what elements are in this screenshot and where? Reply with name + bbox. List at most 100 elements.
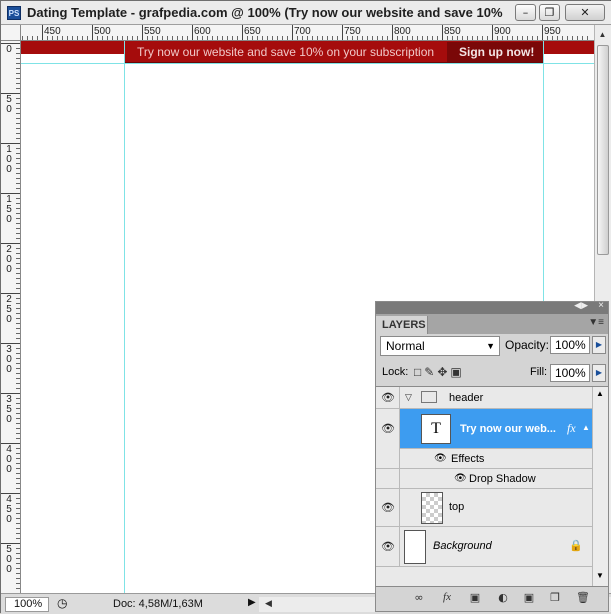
eye-icon[interactable]: 👁 <box>434 453 447 464</box>
lock-position-icon[interactable]: ✥ <box>437 365 450 379</box>
layer-background[interactable]: 👁 Background 🔒 <box>376 527 592 567</box>
guide-vertical[interactable] <box>124 41 125 593</box>
ruler-minor-tick <box>562 36 563 40</box>
restore-button[interactable]: ❐ <box>539 4 560 21</box>
title-bar[interactable]: PS Dating Template - grafpedia.com @ 100… <box>1 1 611 25</box>
blend-mode-select[interactable]: Normal ▼ <box>380 336 500 356</box>
scroll-thumb[interactable] <box>597 45 609 255</box>
ruler-minor-tick <box>247 36 248 40</box>
ruler-tick-label: 0 <box>6 104 12 115</box>
tab-layers[interactable]: LAYERS <box>376 316 428 334</box>
layer-text-selected[interactable]: 👁 T Try now our web... fx ▲ <box>376 409 592 449</box>
doc-size-info: Doc: 4,58M/1,63M <box>113 598 203 610</box>
ruler-minor-tick <box>212 36 213 40</box>
ruler-minor-tick <box>87 36 88 40</box>
ruler-minor-tick <box>16 48 20 49</box>
ruler-minor-tick <box>16 553 20 554</box>
lock-transparent-icon[interactable]: □ <box>414 365 424 379</box>
panel-header-bar[interactable]: ◀▶ × <box>376 300 608 314</box>
ruler-minor-tick <box>322 36 323 40</box>
ruler-minor-tick <box>587 36 588 40</box>
guide-horizontal[interactable] <box>21 63 594 64</box>
fill-slider-arrow-icon[interactable]: ▶ <box>592 364 606 382</box>
fill-input[interactable]: 100% <box>550 364 590 382</box>
ruler-minor-tick <box>137 36 138 40</box>
close-icon: ✕ <box>580 6 590 19</box>
ruler-major-tick <box>92 25 93 40</box>
layer-top[interactable]: 👁 top <box>376 489 592 527</box>
ruler-minor-tick <box>16 263 20 264</box>
close-button[interactable]: ✕ <box>565 4 605 21</box>
collapse-effects-icon[interactable]: ▲ <box>582 423 590 432</box>
group-icon[interactable]: ▣ <box>520 591 538 607</box>
ruler-minor-tick <box>62 36 63 40</box>
vertical-ruler[interactable]: 050100150200250300350400450500 <box>1 41 21 593</box>
scroll-up-icon[interactable]: ▲ <box>596 389 604 398</box>
zoom-field[interactable]: 100% <box>5 597 49 612</box>
ruler-minor-tick <box>16 168 20 169</box>
ruler-minor-tick <box>537 36 538 40</box>
opacity-input[interactable]: 100% <box>550 336 590 354</box>
link-icon[interactable]: ∞ <box>410 591 428 607</box>
layer-thumbnail <box>421 492 443 524</box>
ruler-minor-tick <box>16 413 20 414</box>
ruler-minor-tick <box>397 36 398 40</box>
ruler-minor-tick <box>357 36 358 40</box>
horizontal-ruler[interactable]: 450 500 550 600 650 700 750 800 850 900 950 <box>21 25 594 41</box>
ruler-minor-tick <box>16 148 20 149</box>
layer-effect-drop-shadow[interactable]: 👁 Drop Shadow <box>376 469 592 489</box>
ruler-minor-tick <box>16 483 20 484</box>
expand-triangle-icon[interactable]: ▽ <box>405 392 412 403</box>
scroll-down-icon[interactable]: ▼ <box>596 571 604 580</box>
ruler-minor-tick <box>16 63 20 64</box>
fx-icon[interactable]: fx <box>567 421 576 436</box>
opacity-slider-arrow-icon[interactable]: ▶ <box>592 336 606 354</box>
ruler-tick-label: 0 <box>6 564 12 575</box>
lock-label: Lock: <box>382 366 409 378</box>
trash-icon[interactable]: 🗑 <box>574 591 592 607</box>
layers-scrollbar[interactable]: ▲ ▼ <box>592 387 608 587</box>
panel-menu-icon[interactable]: ▼≡ <box>588 317 604 328</box>
collapse-icon[interactable]: ◀▶ <box>574 300 588 311</box>
lock-all-icon[interactable]: ▣ <box>450 365 464 379</box>
ruler-corner[interactable] <box>1 25 21 41</box>
scroll-up-icon[interactable]: ▲ <box>595 27 610 42</box>
ruler-minor-tick <box>16 83 20 84</box>
opacity-label: Opacity: <box>505 338 550 352</box>
ruler-minor-tick <box>497 36 498 40</box>
ruler-minor-tick <box>287 36 288 40</box>
lock-paint-icon[interactable]: ✎ <box>424 365 437 379</box>
new-layer-icon[interactable]: ❐ <box>546 591 564 607</box>
ruler-minor-tick <box>157 36 158 40</box>
mask-icon[interactable]: ▣ <box>466 591 484 607</box>
minimize-button[interactable]: – <box>515 4 536 21</box>
ruler-minor-tick <box>16 198 20 199</box>
ruler-minor-tick <box>16 233 20 234</box>
fx-icon[interactable]: fx <box>438 591 456 607</box>
ruler-minor-tick <box>282 36 283 40</box>
ruler-minor-tick <box>237 36 238 40</box>
layer-group-header[interactable]: 👁 ▽ header <box>376 387 592 409</box>
scroll-left-icon[interactable]: ◀ <box>265 598 272 609</box>
eye-icon[interactable]: 👁 <box>380 422 396 436</box>
layer-effects-row[interactable]: 👁 Effects <box>376 449 592 469</box>
ruler-minor-tick <box>112 36 113 40</box>
ruler-minor-tick <box>457 36 458 40</box>
ruler-minor-tick <box>167 36 168 40</box>
eye-icon[interactable]: 👁 <box>380 501 396 515</box>
ruler-minor-tick <box>312 36 313 40</box>
eye-icon[interactable]: 👁 <box>454 473 467 484</box>
eye-icon[interactable]: 👁 <box>380 391 396 405</box>
ruler-tick-label: 0 <box>6 464 12 475</box>
ruler-minor-tick <box>16 218 20 219</box>
lock-options: □✎✥▣ <box>414 365 465 379</box>
panel-close-icon[interactable]: × <box>598 300 604 311</box>
ruler-minor-tick <box>16 528 20 529</box>
ruler-major-tick <box>42 25 43 40</box>
status-icon[interactable]: ◷ <box>57 596 67 610</box>
ruler-minor-tick <box>16 238 20 239</box>
banner-content[interactable]: Try now our website and save 10% on your… <box>125 41 543 63</box>
adjustment-icon[interactable]: ◐ <box>494 591 512 607</box>
status-menu-arrow-icon[interactable]: ▶ <box>248 597 256 608</box>
eye-icon[interactable]: 👁 <box>380 540 396 554</box>
